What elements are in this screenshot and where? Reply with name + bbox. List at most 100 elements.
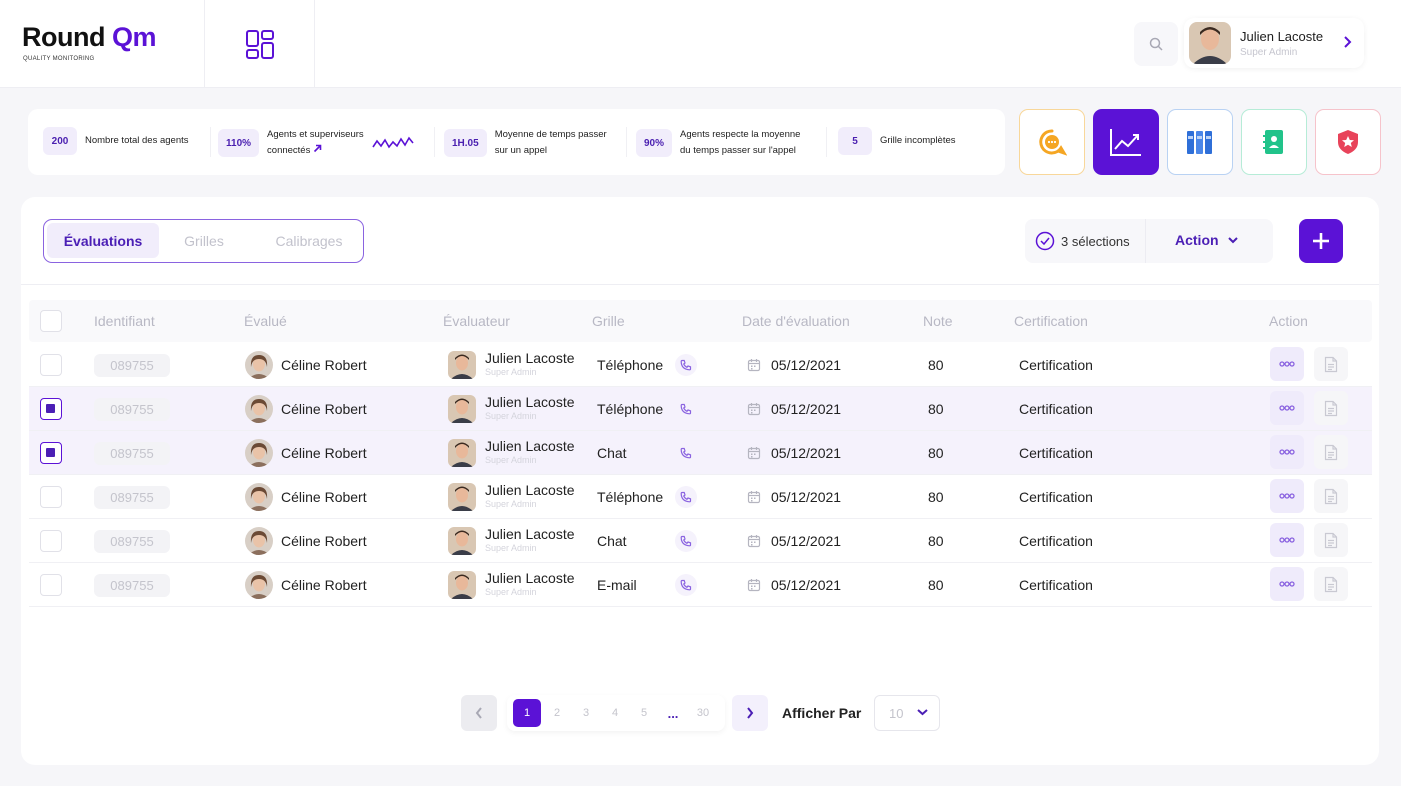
table-row[interactable]: 089755 Céline Robert Julien Lacoste Super A…	[29, 431, 1372, 475]
table-row[interactable]: 089755 Céline Robert Julien Lacoste Super A…	[29, 387, 1372, 431]
action-dropdown[interactable]: Action	[1175, 232, 1238, 248]
add-evaluation-button[interactable]	[1299, 219, 1343, 263]
header-grille[interactable]: Grille	[592, 313, 625, 329]
tile-chat[interactable]	[1019, 109, 1085, 175]
row-certification: Certification	[1019, 357, 1093, 373]
row-evaluateur-role: Super Admin	[485, 367, 537, 377]
row-checkbox[interactable]	[40, 486, 62, 508]
row-more-button[interactable]	[1270, 479, 1304, 513]
row-note: 80	[928, 357, 944, 373]
evalue-avatar	[245, 395, 273, 423]
page-5[interactable]: 5	[630, 699, 658, 727]
logo-subtitle: QUALITY MONITORING	[23, 56, 95, 62]
header-note[interactable]: Note	[923, 313, 953, 329]
page-1[interactable]: 1	[513, 699, 541, 727]
table-row[interactable]: 089755 Céline Robert Julien Lacoste Super A…	[29, 343, 1372, 387]
row-more-button[interactable]	[1270, 523, 1304, 557]
header-certification[interactable]: Certification	[1014, 313, 1088, 329]
row-more-button[interactable]	[1270, 391, 1304, 425]
row-grille: E-mail	[597, 577, 637, 593]
evaluateur-avatar	[448, 351, 476, 379]
row-certification: Certification	[1019, 533, 1093, 549]
row-document-button[interactable]	[1314, 347, 1348, 381]
stat-respect-average: 90% Agents respecte la moyenne du temps …	[636, 127, 800, 159]
tab-evaluations[interactable]: Évaluations	[47, 223, 159, 258]
pagination-next-button[interactable]	[732, 695, 768, 731]
row-evaluateur: Julien Lacoste	[485, 482, 575, 498]
row-document-button[interactable]	[1314, 523, 1348, 557]
select-all-checkbox[interactable]	[40, 310, 62, 332]
row-checkbox[interactable]	[40, 574, 62, 596]
row-evaluateur: Julien Lacoste	[485, 526, 575, 542]
header-evaluateur[interactable]: Évaluateur	[443, 313, 510, 329]
page-4[interactable]: 4	[601, 699, 629, 727]
row-note: 80	[928, 533, 944, 549]
chevron-right-icon	[747, 707, 754, 719]
evalue-avatar	[245, 571, 273, 599]
tab-grilles[interactable]: Grilles	[168, 223, 240, 258]
header-date[interactable]: Date d'évaluation	[742, 313, 850, 329]
row-identifiant: 089755	[94, 574, 170, 597]
row-checkbox[interactable]	[40, 442, 62, 464]
phone-icon	[675, 398, 697, 420]
tile-statistics[interactable]	[1093, 109, 1159, 175]
logo-area[interactable]: Round Qm QUALITY MONITORING	[0, 0, 205, 88]
row-evalue: Céline Robert	[281, 445, 367, 461]
tile-security[interactable]	[1315, 109, 1381, 175]
phone-icon	[675, 530, 697, 552]
row-more-button[interactable]	[1270, 435, 1304, 469]
row-more-button[interactable]	[1270, 567, 1304, 601]
phone-icon	[675, 354, 697, 376]
page-2[interactable]: 2	[543, 699, 571, 727]
row-checkbox[interactable]	[40, 398, 62, 420]
row-date: 05/12/2021	[771, 401, 842, 417]
search-button[interactable]	[1134, 22, 1178, 66]
page-3[interactable]: 3	[572, 699, 600, 727]
table-row[interactable]: 089755 Céline Robert Julien Lacoste Super A…	[29, 563, 1372, 607]
calendar-icon	[747, 402, 761, 421]
table-row[interactable]: 089755 Céline Robert Julien Lacoste Super A…	[29, 519, 1372, 563]
row-identifiant: 089755	[94, 486, 170, 509]
more-dots-icon	[1279, 581, 1295, 587]
header-identifiant[interactable]: Identifiant	[94, 313, 155, 329]
dashboard-menu-button[interactable]	[205, 0, 315, 88]
evaluateur-avatar	[448, 483, 476, 511]
more-dots-icon	[1279, 449, 1295, 455]
row-note: 80	[928, 445, 944, 461]
row-evalue: Céline Robert	[281, 401, 367, 417]
more-dots-icon	[1279, 405, 1295, 411]
pagination-prev-button[interactable]	[461, 695, 497, 731]
evalue-avatar	[245, 483, 273, 511]
row-identifiant: 089755	[94, 398, 170, 421]
row-grille: Téléphone	[597, 357, 664, 373]
row-note: 80	[928, 401, 944, 417]
tab-calibrages[interactable]: Calibrages	[254, 223, 364, 258]
stat-value: 110%	[218, 129, 260, 157]
user-profile-card[interactable]: Julien Lacoste Super Admin	[1184, 18, 1364, 68]
table-row[interactable]: 089755 Céline Robert Julien Lacoste Super A…	[29, 475, 1372, 519]
row-document-button[interactable]	[1314, 391, 1348, 425]
table-header: Identifiant Évalué Évaluateur Grille Dat…	[29, 300, 1372, 342]
row-more-button[interactable]	[1270, 347, 1304, 381]
document-icon	[1324, 576, 1338, 592]
more-dots-icon	[1279, 493, 1295, 499]
row-document-button[interactable]	[1314, 435, 1348, 469]
row-checkbox[interactable]	[40, 530, 62, 552]
stat-incomplete-grids: 5 Grille incomplètes	[838, 127, 956, 155]
row-checkbox[interactable]	[40, 354, 62, 376]
evalue-avatar	[245, 527, 273, 555]
user-role: Super Admin	[1240, 47, 1298, 58]
evaluateur-avatar	[448, 439, 476, 467]
tile-contacts[interactable]	[1241, 109, 1307, 175]
header-evalue[interactable]: Évalué	[244, 313, 287, 329]
per-page-select[interactable]: 10	[874, 695, 940, 731]
selection-count[interactable]: 3 sélections	[1025, 219, 1146, 263]
tile-binders[interactable]	[1167, 109, 1233, 175]
row-document-button[interactable]	[1314, 479, 1348, 513]
page-30[interactable]: 30	[689, 699, 717, 727]
row-date: 05/12/2021	[771, 533, 842, 549]
phone-icon	[675, 486, 697, 508]
document-icon	[1324, 532, 1338, 548]
row-certification: Certification	[1019, 445, 1093, 461]
row-document-button[interactable]	[1314, 567, 1348, 601]
